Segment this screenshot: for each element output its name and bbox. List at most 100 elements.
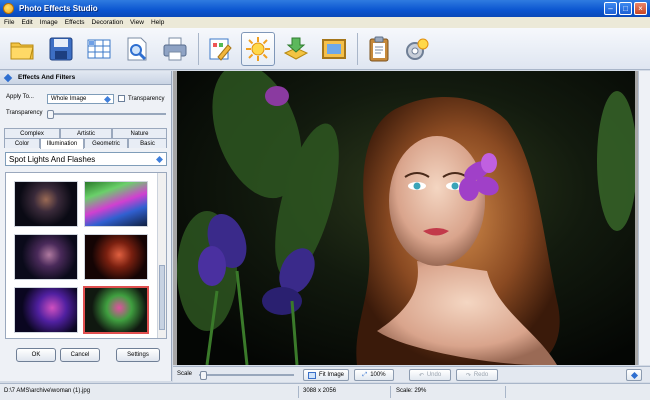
tab-complex[interactable]: Complex [4, 128, 60, 138]
effect-thumbnail[interactable] [14, 181, 78, 227]
dropdown-arrow-icon [156, 156, 163, 163]
effects-button[interactable] [241, 31, 275, 66]
scale-slider-thumb[interactable] [200, 371, 207, 380]
effects-panel: Effects And Filters Apply To... Whole Im… [0, 71, 172, 381]
clipboard-button[interactable] [362, 32, 396, 66]
zoom-label: 100% [370, 372, 386, 378]
grid-icon [87, 39, 111, 58]
tab-illumination[interactable]: Illumination [40, 138, 84, 149]
cancel-button[interactable]: Cancel [60, 348, 100, 362]
toolbar-separator [357, 32, 358, 65]
zoom-bar: Scale Fit Image ⤢ 100% ↶ Undo ↷ Redo [173, 366, 650, 382]
apply-to-label: Apply To... [6, 94, 34, 100]
window-title: Photo Effects Studio [19, 4, 98, 13]
app-icon [3, 3, 14, 14]
dropdown-arrow-icon [104, 96, 111, 103]
effect-thumbnail[interactable] [14, 287, 78, 333]
scrollbar-thumb[interactable] [159, 265, 165, 330]
grid-button[interactable] [82, 32, 116, 66]
preview-icon [127, 37, 147, 60]
menu-file[interactable]: File [4, 19, 14, 26]
transparency-slider-thumb[interactable] [47, 110, 54, 119]
undo-label: Undo [426, 372, 442, 378]
open-button[interactable] [6, 32, 40, 66]
effect-thumbnail[interactable] [14, 234, 78, 280]
photo-image [177, 71, 635, 365]
menu-view[interactable]: View [130, 19, 144, 26]
ok-button[interactable]: OK [16, 348, 56, 362]
save-icon [49, 37, 73, 60]
toolbar-separator [198, 32, 199, 65]
fit-image-button[interactable]: Fit Image [303, 369, 349, 381]
title-bar: Photo Effects Studio – □ × [0, 0, 650, 17]
menu-help[interactable]: Help [151, 19, 164, 26]
scale-label: Scale [177, 371, 193, 377]
transparency-checkbox-label: Transparency [128, 95, 165, 102]
redo-label: Redo [473, 372, 489, 378]
panel-collapse-icon[interactable] [3, 73, 13, 82]
tab-geometric[interactable]: Geometric [84, 138, 128, 148]
status-scale: Scale: 29% [396, 388, 427, 394]
panel-header: Effects And Filters [0, 71, 171, 85]
tab-nature[interactable]: Nature [112, 128, 167, 138]
redo-icon: ↷ [465, 372, 471, 379]
menu-effects[interactable]: Effects [65, 19, 85, 26]
panel-toggle-icon [630, 371, 638, 379]
menu-edit[interactable]: Edit [21, 19, 32, 26]
download-icon [283, 37, 309, 60]
minimize-button[interactable]: – [604, 2, 617, 15]
menu-decoration[interactable]: Decoration [92, 19, 123, 26]
status-file-path: D:\7 AMS\archive\woman (1).jpg [4, 388, 91, 394]
effect-thumbnails [5, 172, 167, 339]
image-canvas[interactable] [173, 71, 650, 365]
effect-thumbnail[interactable] [84, 234, 148, 280]
edit-icon [209, 38, 232, 61]
panel-title: Effects And Filters [18, 74, 76, 81]
category-select[interactable]: Spot Lights And Flashes [5, 152, 167, 166]
thumbnails-scrollbar[interactable] [157, 173, 166, 338]
print-icon [163, 37, 187, 60]
redo-button[interactable]: ↷ Redo [456, 369, 498, 381]
apply-to-value: Whole Image [51, 96, 87, 102]
photo-preview [177, 71, 635, 365]
status-separator [390, 386, 391, 398]
fit-image-icon [307, 371, 316, 379]
toolbar [0, 28, 650, 70]
menu-image[interactable]: Image [40, 19, 58, 26]
tab-basic[interactable]: Basic [128, 138, 167, 148]
edit-button[interactable] [203, 32, 237, 66]
effect-thumbnail-selected[interactable] [83, 286, 149, 334]
maximize-button[interactable]: □ [619, 2, 632, 15]
close-button[interactable]: × [634, 2, 647, 15]
frame-icon [322, 38, 346, 59]
print-button[interactable] [158, 32, 192, 66]
settings-button[interactable] [400, 32, 434, 66]
status-separator [505, 386, 506, 398]
undo-icon: ↶ [418, 372, 424, 379]
undo-button[interactable]: ↶ Undo [409, 369, 451, 381]
settings-panel-button[interactable]: Settings [116, 348, 160, 362]
transparency-checkbox[interactable] [118, 95, 125, 102]
tab-color[interactable]: Color [4, 138, 40, 148]
settings-icon [406, 38, 429, 60]
preview-button[interactable] [120, 32, 154, 66]
status-bar: D:\7 AMS\archive\woman (1).jpg 3088 x 20… [0, 383, 650, 400]
category-value: Spot Lights And Flashes [9, 154, 96, 164]
panel-toggle-button[interactable] [626, 369, 642, 381]
frame-button[interactable] [317, 32, 351, 66]
download-button[interactable] [279, 32, 313, 66]
zoom-icon: ⤢ [362, 371, 368, 378]
transparency-slider[interactable] [47, 110, 166, 119]
status-dimensions: 3088 x 2056 [303, 388, 337, 394]
apply-to-select[interactable]: Whole Image [47, 94, 114, 104]
menu-bar: File Edit Image Effects Decoration View … [0, 17, 650, 28]
fit-image-label: Fit Image [318, 372, 344, 378]
clipboard-icon [369, 36, 389, 61]
canvas-scrollbar[interactable] [638, 71, 650, 365]
transparency-label: Transparency [6, 110, 43, 116]
zoom-100-button[interactable]: ⤢ 100% [354, 369, 394, 381]
save-button[interactable] [44, 32, 78, 66]
effect-thumbnail[interactable] [84, 181, 148, 227]
scale-slider[interactable] [199, 371, 294, 380]
tab-artistic[interactable]: Artistic [60, 128, 112, 138]
